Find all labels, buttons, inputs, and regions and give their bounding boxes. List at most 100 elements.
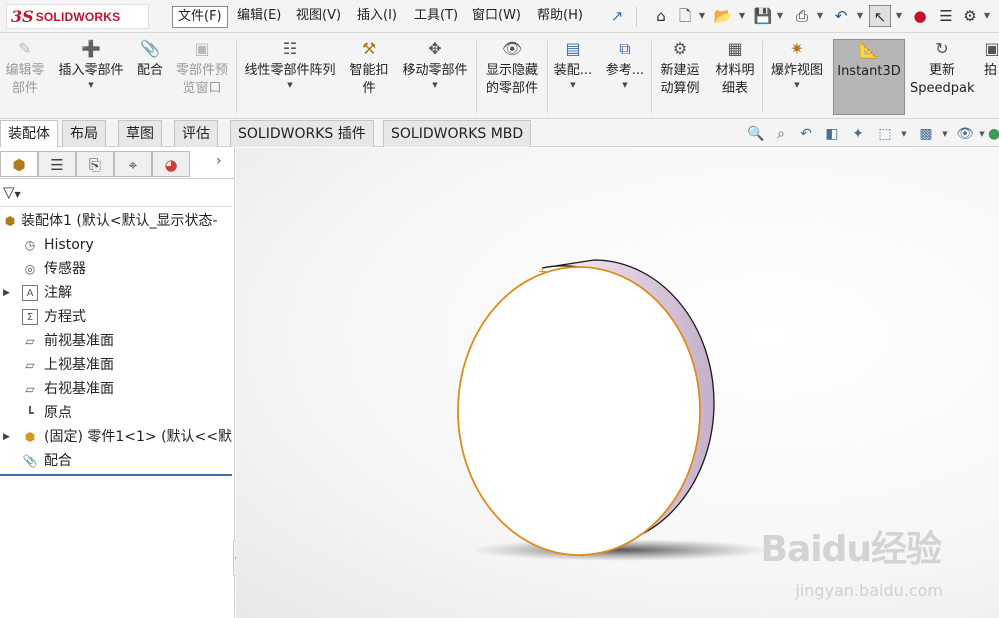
tree-item-annotations[interactable]: ▶ A 注解 (0, 282, 234, 306)
tree-item-top-plane[interactable]: ▱ 上视基准面 (0, 354, 234, 378)
move-component-dropdown-icon[interactable]: ▼ (398, 80, 472, 90)
file-properties-icon[interactable]: ☰ (935, 5, 957, 27)
mates-icon: 📎 (22, 454, 38, 468)
tab-solidworks-mbd[interactable]: SOLIDWORKS MBD (383, 120, 532, 147)
reference-geometry-dropdown-icon[interactable]: ▼ (604, 80, 646, 90)
view-orientation-dropdown-icon[interactable]: ▼ (900, 124, 908, 144)
view-orientation-icon[interactable]: ⬚ (875, 124, 895, 144)
mate-button[interactable]: 📎 配合 (134, 39, 166, 115)
new-dropdown-icon[interactable]: ▼ (698, 5, 706, 27)
component-preview-icon: ▣ (194, 39, 210, 58)
exploded-view-button[interactable]: ✷ 爆炸视图 ▼ (766, 39, 828, 115)
take-snapshot-button[interactable]: ▣ 拍 (982, 39, 999, 115)
tree-item-origin[interactable]: ┗ 原点 (0, 402, 234, 426)
linear-pattern-button[interactable]: ☷ 线性零部件阵列 ▼ (240, 39, 340, 115)
panel-tabs-chevron-right-icon[interactable]: › (216, 153, 222, 169)
tree-item-history[interactable]: ◷ History (0, 234, 234, 258)
assembly-features-icon: ▤ (565, 39, 581, 58)
save-dropdown-icon[interactable]: ▼ (776, 5, 784, 27)
configuration-manager-tab-icon[interactable]: ⎘ (76, 151, 114, 177)
insert-component-button[interactable]: ➕ 插入零部件 ▼ (54, 39, 128, 115)
new-document-icon[interactable]: 🗋 (674, 5, 696, 27)
origin-icon: ┗ (26, 406, 34, 420)
display-style-icon[interactable]: ▩ (916, 124, 936, 144)
edit-component-button[interactable]: ✎ 编辑零部件 (2, 39, 48, 115)
tree-item-part[interactable]: ▶ ⬢ (固定) 零件1<1> (默认<<默 (0, 426, 234, 450)
select-cursor-icon[interactable]: ↖ (869, 5, 891, 27)
tab-layout[interactable]: 布局 (62, 120, 106, 147)
instant3d-toggle[interactable]: 📐 Instant3D (833, 39, 905, 115)
select-dropdown-icon[interactable]: ▼ (895, 5, 903, 27)
assembly-features-button[interactable]: ▤ 装配... ▼ (552, 39, 594, 115)
tree-item-sensors[interactable]: ◎ 传感器 (0, 258, 234, 282)
insert-component-dropdown-icon[interactable]: ▼ (54, 80, 128, 90)
appearance-icon[interactable]: ● (988, 124, 999, 144)
zoom-to-fit-icon[interactable]: 🔍 (746, 124, 766, 144)
open-icon[interactable]: 📂 (712, 5, 734, 27)
exploded-view-dropdown-icon[interactable]: ▼ (766, 80, 828, 90)
tree-item-mates[interactable]: 📎 配合 (0, 450, 234, 474)
undo-icon[interactable]: ↶ (830, 5, 852, 27)
menu-tools[interactable]: 工具(T) (409, 6, 463, 28)
display-manager-tab-icon[interactable]: ◕ (152, 151, 190, 177)
previous-view-icon[interactable]: ↶ (796, 124, 816, 144)
open-dropdown-icon[interactable]: ▼ (738, 5, 746, 27)
zoom-area-icon[interactable]: ⌕ (771, 124, 791, 144)
solidworks-logo[interactable]: 3S SOLIDWORKS (6, 4, 149, 29)
dynamic-annotation-icon[interactable]: ✦ (848, 124, 868, 144)
print-icon[interactable]: ⎙ (791, 5, 813, 27)
table-icon: ▦ (727, 39, 743, 58)
menu-view[interactable]: 视图(V) (291, 6, 346, 28)
disc-front-face[interactable] (457, 266, 701, 556)
filter-icon[interactable]: ▽ (3, 183, 15, 201)
hide-show-dropdown-icon[interactable]: ▼ (978, 124, 986, 144)
menu-file[interactable]: 文件(F) (172, 6, 228, 28)
menu-help[interactable]: 帮助(H) (532, 6, 588, 28)
options-dropdown-icon[interactable]: ▼ (983, 5, 991, 27)
save-icon[interactable]: 💾 (752, 5, 774, 27)
insert-component-label: 插入零部件 (58, 63, 124, 78)
tab-solidworks-addins[interactable]: SOLIDWORKS 插件 (230, 120, 374, 147)
smart-fasteners-icon: ⚒ (361, 39, 377, 58)
reference-geometry-button[interactable]: ⧉ 参考... ▼ (604, 39, 646, 115)
rebuild-traffic-light-icon[interactable]: ● (909, 5, 931, 27)
dimxpert-manager-tab-icon[interactable]: ⌖ (114, 151, 152, 177)
bom-button[interactable]: ▦ 材料明细表 (712, 39, 758, 115)
rollback-bar[interactable] (0, 474, 232, 476)
menu-window[interactable]: 窗口(W) (467, 6, 526, 28)
show-hidden-button[interactable]: 👁 显示隐藏的零部件 (481, 39, 543, 115)
camera-icon: ▣ (984, 39, 999, 58)
pin-menu-icon[interactable]: ↗ (606, 5, 628, 27)
linear-pattern-dropdown-icon[interactable]: ▼ (240, 80, 340, 90)
expand-arrow-icon[interactable]: ▶ (3, 426, 10, 448)
graphics-area[interactable]: + Baidu经验 jingyan.baidu.com (236, 148, 999, 618)
filter-dropdown-icon[interactable]: ▼ (15, 190, 21, 199)
hide-show-icon[interactable]: 👁 (955, 124, 975, 144)
feature-manager-tab-icon[interactable]: ⬢ (0, 151, 38, 177)
assembly-features-dropdown-icon[interactable]: ▼ (552, 80, 594, 90)
tree-root-assembly[interactable]: ⬢ 装配体1 (默认<默认_显示状态- (0, 210, 234, 234)
expand-arrow-icon[interactable]: ▶ (3, 282, 10, 304)
move-component-button[interactable]: ✥ 移动零部件 ▼ (398, 39, 472, 115)
tab-evaluate[interactable]: 评估 (174, 120, 218, 147)
component-preview-button[interactable]: ▣ 零部件预览窗口 (172, 39, 232, 115)
tab-sketch[interactable]: 草图 (118, 120, 162, 147)
update-speedpak-button[interactable]: ↻ 更新Speedpak (910, 39, 975, 115)
new-motion-study-button[interactable]: ⚙ 新建运动算例 (656, 39, 704, 115)
home-icon[interactable]: ⌂ (650, 5, 672, 27)
tab-assembly[interactable]: 装配体 (0, 120, 58, 147)
tree-filter[interactable]: ▽▼ (0, 179, 232, 207)
display-style-dropdown-icon[interactable]: ▼ (941, 124, 949, 144)
smart-fasteners-button[interactable]: ⚒ 智能扣件 (346, 39, 392, 115)
tree-item-right-plane[interactable]: ▱ 右视基准面 (0, 378, 234, 402)
print-dropdown-icon[interactable]: ▼ (816, 5, 824, 27)
options-gear-icon[interactable]: ⚙ (959, 5, 981, 27)
command-manager-ribbon: ✎ 编辑零部件 ➕ 插入零部件 ▼ 📎 配合 ▣ 零部件预览窗口 ☷ 线性零部件… (0, 33, 999, 119)
menu-insert[interactable]: 插入(I) (352, 6, 402, 28)
section-view-icon[interactable]: ◧ (822, 124, 842, 144)
property-manager-tab-icon[interactable]: ☰ (38, 151, 76, 177)
undo-dropdown-icon[interactable]: ▼ (856, 5, 864, 27)
tree-item-equations[interactable]: Σ 方程式 (0, 306, 234, 330)
tree-item-front-plane[interactable]: ▱ 前视基准面 (0, 330, 234, 354)
menu-edit[interactable]: 编辑(E) (232, 6, 286, 28)
